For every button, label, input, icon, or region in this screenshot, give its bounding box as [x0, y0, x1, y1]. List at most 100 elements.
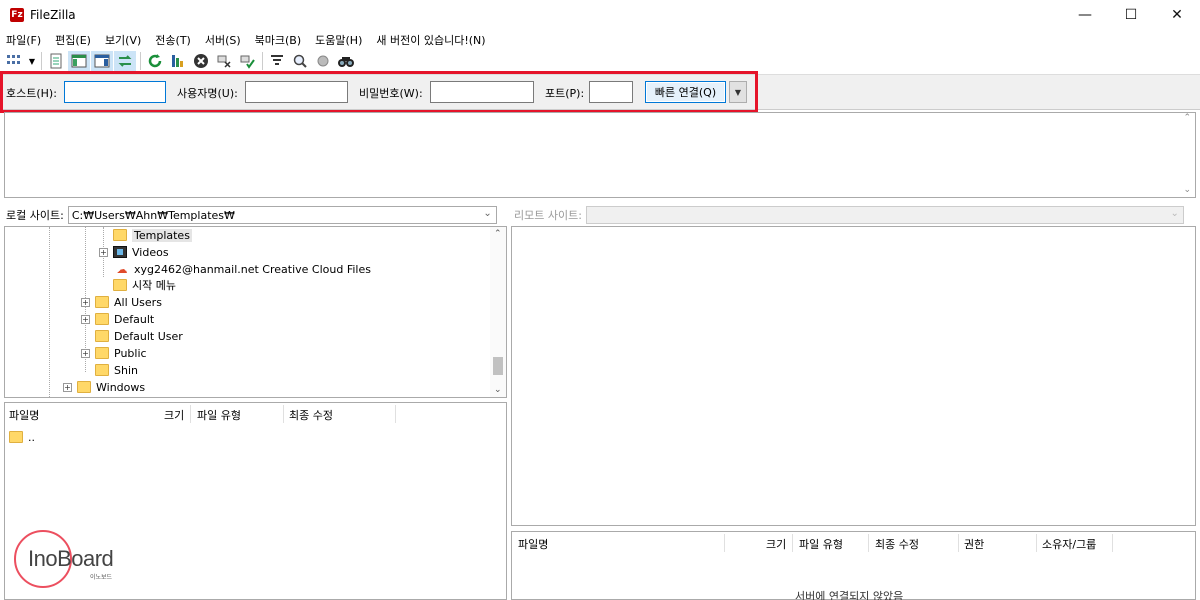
filezilla-icon: Fz [10, 8, 24, 22]
tree-scrollbar[interactable]: ⌃ ⌄ [490, 227, 506, 397]
remote-directory-tree[interactable] [511, 226, 1196, 526]
folder-icon [95, 313, 109, 325]
menu-edit[interactable]: 편집(E) [55, 32, 91, 48]
column-size[interactable]: 크기 [164, 407, 184, 423]
toggle-queue-icon[interactable] [114, 51, 136, 71]
local-site-label: 로컬 사이트: [6, 209, 64, 222]
menu-transfer[interactable]: 전송(T) [155, 32, 191, 48]
scroll-up-icon[interactable]: ⌃ [1183, 113, 1191, 123]
menu-file[interactable]: 파일(F) [6, 32, 41, 48]
find-icon[interactable] [335, 51, 357, 71]
tree-item-public[interactable]: Public [95, 345, 147, 361]
expand-icon[interactable]: + [81, 315, 90, 324]
username-input[interactable] [245, 81, 348, 103]
expand-icon[interactable]: + [81, 349, 90, 358]
site-manager-icon[interactable] [4, 51, 26, 71]
scroll-up-icon[interactable]: ⌃ [494, 229, 502, 239]
refresh-icon[interactable] [144, 51, 166, 71]
local-directory-tree[interactable]: Templates + Videos ☁ xyg2462@hanmail.net… [4, 226, 507, 398]
disconnect-icon[interactable] [213, 51, 235, 71]
column-modified[interactable]: 최종 수정 [875, 536, 919, 552]
folder-icon [113, 229, 127, 241]
quickconnect-dropdown-icon[interactable]: ▼ [729, 81, 747, 103]
tree-item-default-user[interactable]: Default User [95, 328, 183, 344]
column-divider [792, 534, 793, 552]
chevron-down-icon[interactable]: ⌄ [483, 208, 491, 219]
folder-icon [9, 431, 23, 443]
column-filename[interactable]: 파일명 [9, 407, 39, 423]
minimize-button[interactable]: — [1062, 0, 1108, 30]
window-controls: — ☐ ✕ [1062, 0, 1200, 30]
scroll-down-icon[interactable]: ⌄ [494, 385, 502, 395]
window-title: FileZilla [30, 8, 76, 22]
expand-icon[interactable]: + [63, 383, 72, 392]
chevron-down-icon[interactable]: ⌄ [1171, 208, 1179, 219]
tree-item-start-menu[interactable]: 시작 메뉴 [113, 277, 176, 293]
tree-item-templates[interactable]: Templates [113, 227, 192, 243]
toolbar-separator [140, 52, 141, 70]
cancel-icon[interactable] [190, 51, 212, 71]
search-icon[interactable] [289, 51, 311, 71]
tree-item-label: Default User [114, 329, 183, 343]
column-divider [1112, 534, 1113, 552]
filter-icon[interactable] [266, 51, 288, 71]
toggle-local-tree-icon[interactable] [68, 51, 90, 71]
tree-item-creative-cloud[interactable]: ☁ xyg2462@hanmail.net Creative Cloud Fil… [115, 261, 371, 277]
column-modified[interactable]: 최종 수정 [289, 407, 333, 423]
quickconnect-button[interactable]: 빠른 연결(Q) [645, 81, 726, 103]
expand-icon[interactable]: + [81, 298, 90, 307]
column-owner-group[interactable]: 소유자/그룹 [1042, 536, 1096, 552]
tree-item-label: Shin [114, 363, 138, 377]
toolbar: ▼ [0, 49, 1200, 73]
local-path-combo[interactable]: C:₩Users₩Ahn₩Templates₩ ⌄ [67, 206, 497, 224]
menu-bar: 파일(F) 편집(E) 보기(V) 전송(T) 서버(S) 북마크(B) 도움말… [0, 30, 1200, 49]
tree-guide [49, 227, 50, 397]
reconnect-icon[interactable] [236, 51, 258, 71]
toggle-log-icon[interactable] [45, 51, 67, 71]
toggle-remote-tree-icon[interactable] [91, 51, 113, 71]
tree-item-default[interactable]: Default [95, 311, 154, 327]
tree-item-windows[interactable]: Windows [77, 379, 145, 395]
menu-bookmarks[interactable]: 북마크(B) [255, 32, 302, 48]
scroll-down-icon[interactable]: ⌄ [1183, 185, 1191, 195]
port-label: 포트(P): [545, 87, 585, 100]
maximize-button[interactable]: ☐ [1108, 0, 1154, 30]
list-item-parent-dir[interactable]: .. [9, 429, 35, 445]
tree-item-all-users[interactable]: All Users [95, 294, 162, 310]
local-path-value: C:₩Users₩Ahn₩Templates₩ [71, 208, 235, 222]
tree-item-label: xyg2462@hanmail.net Creative Cloud Files [134, 262, 371, 276]
sort-ascending-icon: ^ [57, 402, 65, 409]
logo-text: InoBoard [28, 546, 114, 571]
tree-item-label: Default [114, 312, 155, 326]
column-filetype[interactable]: 파일 유형 [799, 536, 843, 552]
column-filetype[interactable]: 파일 유형 [197, 407, 241, 423]
tree-item-shin[interactable]: Shin [95, 362, 138, 378]
column-divider [395, 405, 396, 423]
menu-server[interactable]: 서버(S) [205, 32, 241, 48]
expand-icon[interactable]: + [99, 248, 108, 257]
column-divider [868, 534, 869, 552]
process-queue-icon[interactable] [167, 51, 189, 71]
compare-icon[interactable] [312, 51, 334, 71]
column-size[interactable]: 크기 [766, 536, 786, 552]
menu-new-version[interactable]: 새 버전이 있습니다!(N) [376, 32, 485, 48]
menu-view[interactable]: 보기(V) [105, 32, 141, 48]
menu-help[interactable]: 도움말(H) [315, 32, 362, 48]
password-input[interactable] [430, 81, 534, 103]
column-permissions[interactable]: 권한 [964, 536, 984, 552]
not-connected-message: 서버에 연결되지 않았음 [795, 590, 904, 600]
creative-cloud-icon: ☁ [116, 262, 128, 276]
tree-item-videos[interactable]: Videos [113, 244, 169, 260]
column-divider [1036, 534, 1037, 552]
scrollbar-thumb[interactable] [493, 357, 503, 375]
close-button[interactable]: ✕ [1154, 0, 1200, 30]
dropdown-arrow-icon[interactable]: ▼ [27, 51, 37, 71]
host-input[interactable] [64, 81, 166, 103]
port-input[interactable] [589, 81, 633, 103]
remote-path-combo[interactable]: ⌄ [585, 206, 1184, 224]
folder-icon [95, 364, 109, 376]
column-filename[interactable]: 파일명 [518, 536, 548, 552]
column-divider [958, 534, 959, 552]
message-log[interactable]: ⌃ ⌄ [4, 112, 1196, 198]
tree-item-label: Videos [132, 245, 169, 259]
